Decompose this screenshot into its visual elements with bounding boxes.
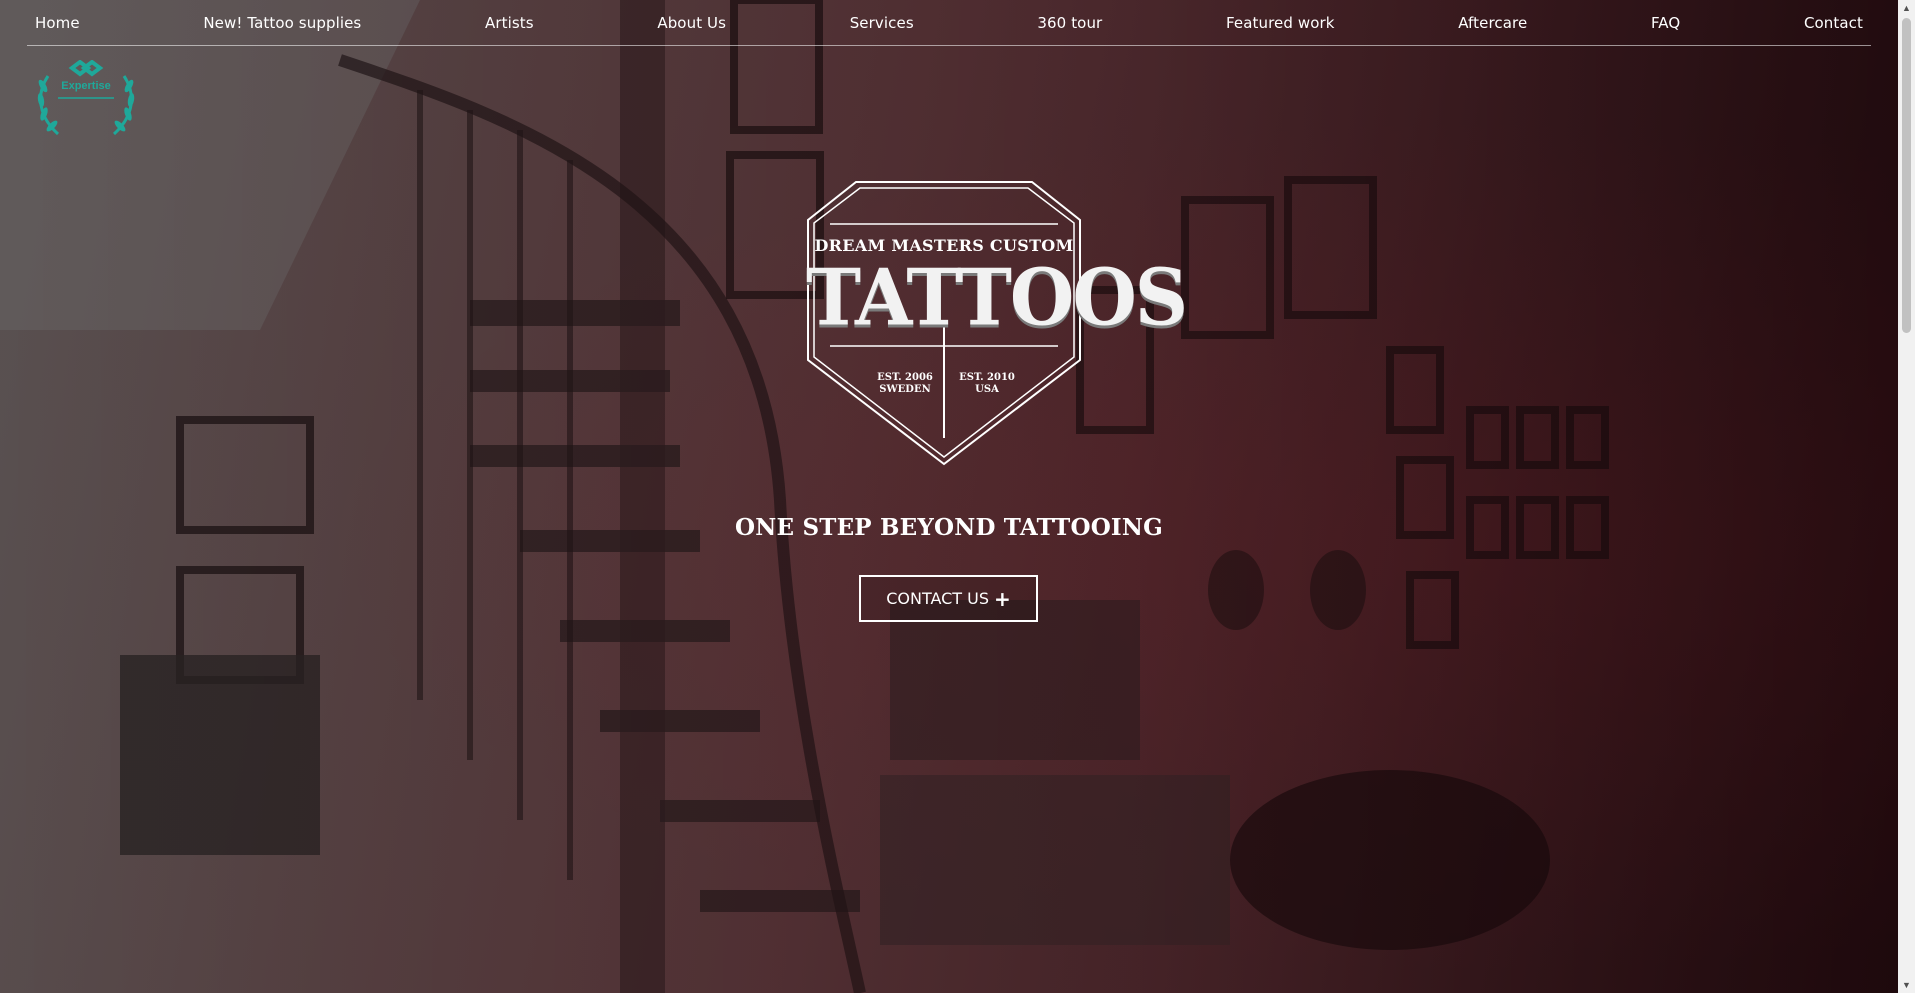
- plus-icon: +: [994, 586, 1011, 611]
- nav-360-tour[interactable]: 360 tour: [1037, 14, 1102, 32]
- page: Home New! Tattoo supplies Artists About …: [0, 0, 1915, 993]
- nav-aftercare[interactable]: Aftercare: [1458, 14, 1527, 32]
- hero-tagline: ONE STEP BEYOND TATTOOING: [735, 514, 1163, 541]
- nav-artists[interactable]: Artists: [485, 14, 534, 32]
- brand-logo[interactable]: DREAM MASTERS CUSTOM TATTOOS EST. 2006 S…: [806, 180, 1188, 466]
- badge-label: Expertise: [61, 80, 111, 92]
- logo-main-text: TATTOOS: [806, 252, 1188, 344]
- logo-est-usa-country: USA: [975, 384, 999, 395]
- contact-us-label: CONTACT US: [886, 589, 990, 608]
- contact-us-button[interactable]: CONTACT US +: [859, 575, 1038, 622]
- page-scrollbar[interactable]: ▲ ▼: [1898, 0, 1915, 993]
- hero-overlay: [0, 0, 1898, 993]
- nav-faq[interactable]: FAQ: [1651, 14, 1680, 32]
- scroll-up-arrow-icon[interactable]: ▲: [1898, 0, 1915, 16]
- nav-featured-work[interactable]: Featured work: [1226, 14, 1335, 32]
- logo-est-sweden-year: EST. 2006: [877, 372, 933, 383]
- nav-tattoo-supplies[interactable]: New! Tattoo supplies: [203, 14, 361, 32]
- logo-est-usa-year: EST. 2010: [959, 372, 1015, 383]
- logo-est-usa: EST. 2010 USA: [952, 372, 1022, 396]
- nav-services[interactable]: Services: [850, 14, 914, 32]
- expertise-badge[interactable]: Expertise: [34, 59, 138, 144]
- logo-est-sweden: EST. 2006 SWEDEN: [870, 372, 940, 396]
- nav-about-us[interactable]: About Us: [657, 14, 726, 32]
- nav-contact[interactable]: Contact: [1804, 14, 1863, 32]
- laurel-award-icon: [37, 59, 135, 136]
- nav-home[interactable]: Home: [35, 14, 80, 32]
- scroll-down-arrow-icon[interactable]: ▼: [1898, 977, 1915, 993]
- scroll-thumb[interactable]: [1902, 18, 1911, 333]
- logo-est-sweden-country: SWEDEN: [879, 384, 931, 395]
- main-navigation: Home New! Tattoo supplies Artists About …: [27, 0, 1871, 46]
